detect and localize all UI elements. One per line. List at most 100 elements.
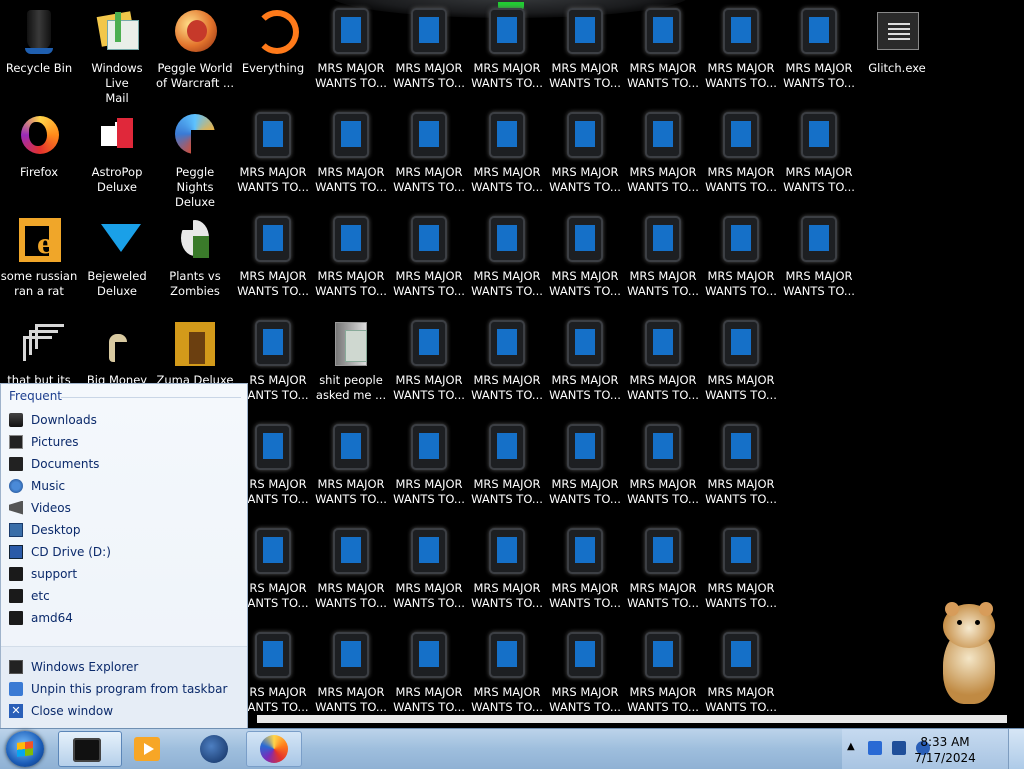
icon-label: MRS MAJOR WANTS TO... <box>627 581 699 610</box>
desktop-icon-mrs-major[interactable]: MRS MAJOR WANTS TO... <box>624 418 702 518</box>
show-desktop-button[interactable] <box>1008 729 1024 769</box>
icon-label: MRS MAJOR WANTS TO... <box>549 61 621 90</box>
desktop-icon-mrs-major[interactable]: MRS MAJOR WANTS TO... <box>468 2 546 102</box>
desktop-icon-mrs-major[interactable]: MRS MAJOR WANTS TO... <box>390 314 468 414</box>
desktop-icon-pvz[interactable]: Plants vs Zombies <box>156 210 234 310</box>
desktop-icon-mrs-major[interactable]: MRS MAJOR WANTS TO... <box>702 522 780 622</box>
desktop-icon-mrs-major[interactable]: MRS MAJOR WANTS TO... <box>312 418 390 518</box>
desktop-icon-astropop[interactable]: AstroPop Deluxe <box>78 106 156 206</box>
desktop-icon-mrs-major[interactable]: MRS MAJOR WANTS TO... <box>312 106 390 206</box>
desktop-icon-mrs-major[interactable]: MRS MAJOR WANTS TO... <box>390 522 468 622</box>
desktop-icon-mrs-major[interactable]: MRS MAJOR WANTS TO... <box>546 2 624 102</box>
jump-list-item[interactable]: Music <box>9 476 241 496</box>
desktop-icon-mrs-major[interactable]: MRS MAJOR WANTS TO... <box>780 2 858 102</box>
desktop-icon-mrs-major[interactable]: MRS MAJOR WANTS TO... <box>468 210 546 310</box>
desktop-icon-peggle-nights[interactable]: Peggle Nights Deluxe <box>156 106 234 209</box>
desktop-icon-mrs-major[interactable]: MRS MAJOR WANTS TO... <box>702 2 780 102</box>
desktop-icon-mrs-major[interactable]: MRS MAJOR WANTS TO... <box>546 418 624 518</box>
desktop-icon-mrs-major[interactable]: MRS MAJOR WANTS TO... <box>390 626 468 726</box>
network-icon[interactable] <box>892 741 906 755</box>
desktop-icon-mrs-major[interactable]: MRS MAJOR WANTS TO... <box>702 210 780 310</box>
desktop-icon-mrs-major[interactable]: MRS MAJOR WANTS TO... <box>468 522 546 622</box>
desktop-icon-mrs-major[interactable]: MRS MAJOR WANTS TO... <box>468 418 546 518</box>
mrs-major-app-icon <box>327 112 375 160</box>
jump-list-task[interactable]: ✕ Close window <box>9 701 241 721</box>
folder-icon <box>327 320 375 368</box>
jump-list-item[interactable]: Videos <box>9 498 241 518</box>
mrs-major-app-icon <box>717 8 765 56</box>
desktop-icon-mrs-major[interactable]: MRS MAJOR WANTS TO... <box>624 210 702 310</box>
jump-list-task[interactable]: Unpin this program from taskbar <box>9 679 241 699</box>
desktop-icon-mrs-major[interactable]: MRS MAJOR WANTS TO... <box>702 418 780 518</box>
mrs-major-app-icon <box>639 320 687 368</box>
mrs-major-app-icon <box>717 320 765 368</box>
desktop-icon-everything[interactable]: Everything <box>234 2 312 102</box>
desktop-icon-mrs-major[interactable]: MRS MAJOR WANTS TO... <box>546 314 624 414</box>
mrs-major-app-icon <box>483 320 531 368</box>
desktop-icon-mrs-major[interactable]: MRS MAJOR WANTS TO... <box>390 418 468 518</box>
tray-app-icon[interactable] <box>868 741 882 755</box>
jump-list-item-label: Music <box>31 479 66 493</box>
icon-label: MRS MAJOR WANTS TO... <box>627 165 699 194</box>
desktop-icon-glitch[interactable]: Glitch.exe <box>858 2 936 102</box>
desktop-icon-windows-live-mail[interactable]: Windows Live Mail <box>78 2 156 105</box>
desktop-icon-mrs-major[interactable]: MRS MAJOR WANTS TO... <box>546 106 624 206</box>
desktop-icon-mrs-major[interactable]: MRS MAJOR WANTS TO... <box>780 210 858 310</box>
desktop-icon-recycle-bin[interactable]: Recycle Bin <box>0 2 78 102</box>
desktop-icon-mrs-major[interactable]: MRS MAJOR WANTS TO... <box>390 210 468 310</box>
desktop-icon-mrs-major[interactable]: MRS MAJOR WANTS TO... <box>702 626 780 726</box>
desktop-icon-mrs-major[interactable]: MRS MAJOR WANTS TO... <box>468 314 546 414</box>
desktop-icon-mrs-major[interactable]: MRS MAJOR WANTS TO... <box>624 626 702 726</box>
header-divider <box>61 397 241 398</box>
mrs-major-app-icon <box>405 8 453 56</box>
jump-list-item[interactable]: Downloads <box>9 410 241 430</box>
desktop-icon-mrs-major[interactable]: MRS MAJOR WANTS TO... <box>468 106 546 206</box>
desktop-icon-mrs-major[interactable]: MRS MAJOR WANTS TO... <box>624 2 702 102</box>
desktop-icon-mrs-major[interactable]: MRS MAJOR WANTS TO... <box>468 626 546 726</box>
desktop-icon-firefox[interactable]: Firefox <box>0 106 78 206</box>
jump-list-task-label: Close window <box>31 704 114 718</box>
jump-list-item[interactable]: Desktop <box>9 520 241 540</box>
desktop-icon-mrs-major[interactable]: MRS MAJOR WANTS TO... <box>546 210 624 310</box>
mrs-major-app-icon <box>561 112 609 160</box>
desktop-icon-mrs-major[interactable]: MRS MAJOR WANTS TO... <box>390 106 468 206</box>
desktop-icon-peggle-world[interactable]: Peggle World of Warcraft ... <box>156 2 234 102</box>
desktop-icon-mrs-major[interactable]: MRS MAJOR WANTS TO... <box>312 2 390 102</box>
jump-list-item[interactable]: Pictures <box>9 432 241 452</box>
desktop-icon-some-russian[interactable]: e some russian ran a rat <box>0 210 78 310</box>
desktop-icon-mrs-major[interactable]: MRS MAJOR WANTS TO... <box>234 106 312 206</box>
desktop-icon-mrs-major[interactable]: MRS MAJOR WANTS TO... <box>312 626 390 726</box>
desktop-icon-shit-people[interactable]: shit people asked me ... <box>312 314 390 414</box>
desktop-icon-mrs-major[interactable]: MRS MAJOR WANTS TO... <box>546 626 624 726</box>
desktop-icon-mrs-major[interactable]: MRS MAJOR WANTS TO... <box>624 314 702 414</box>
clock[interactable]: 8:33 AM 7/17/2024 <box>905 734 985 766</box>
jump-list-item[interactable]: Documents <box>9 454 241 474</box>
jump-list-item[interactable]: amd64 <box>9 608 241 628</box>
hamster-mascot[interactable] <box>935 602 1005 708</box>
desktop-icon-mrs-major[interactable]: MRS MAJOR WANTS TO... <box>624 522 702 622</box>
taskbar-internet-explorer[interactable] <box>186 731 242 767</box>
taskbar-mrs-major[interactable] <box>58 731 122 767</box>
icon-label: MRS MAJOR WANTS TO... <box>315 581 387 610</box>
jump-list-task[interactable]: Windows Explorer <box>9 657 241 677</box>
desktop-icon-mrs-major[interactable]: MRS MAJOR WANTS TO... <box>546 522 624 622</box>
taskbar-firefox[interactable] <box>246 731 302 767</box>
taskbar-media-player[interactable] <box>122 731 178 767</box>
show-hidden-icons-icon[interactable]: ▲ <box>847 741 855 752</box>
desktop-icon-mrs-major[interactable]: MRS MAJOR WANTS TO... <box>390 2 468 102</box>
desktop-icon-mrs-major[interactable]: MRS MAJOR WANTS TO... <box>702 106 780 206</box>
desktop-icon-mrs-major[interactable]: MRS MAJOR WANTS TO... <box>312 522 390 622</box>
jump-list-item[interactable]: support <box>9 564 241 584</box>
desktop-icon-mrs-major[interactable]: MRS MAJOR WANTS TO... <box>624 106 702 206</box>
astropop-icon <box>93 112 141 160</box>
desktop-icon-mrs-major[interactable]: MRS MAJOR WANTS TO... <box>234 210 312 310</box>
start-button[interactable] <box>6 731 44 767</box>
desktop-icon-mrs-major[interactable]: MRS MAJOR WANTS TO... <box>312 210 390 310</box>
jump-list-item[interactable]: etc <box>9 586 241 606</box>
desktop-icon-mrs-major[interactable]: MRS MAJOR WANTS TO... <box>702 314 780 414</box>
desktop-icon-bejeweled[interactable]: Bejeweled Deluxe <box>78 210 156 310</box>
desktop-icon <box>9 522 23 537</box>
desktop-icon-mrs-major[interactable]: MRS MAJOR WANTS TO... <box>780 106 858 206</box>
jump-list-item[interactable]: CD Drive (D:) <box>9 542 241 562</box>
folder-icon <box>9 566 23 581</box>
